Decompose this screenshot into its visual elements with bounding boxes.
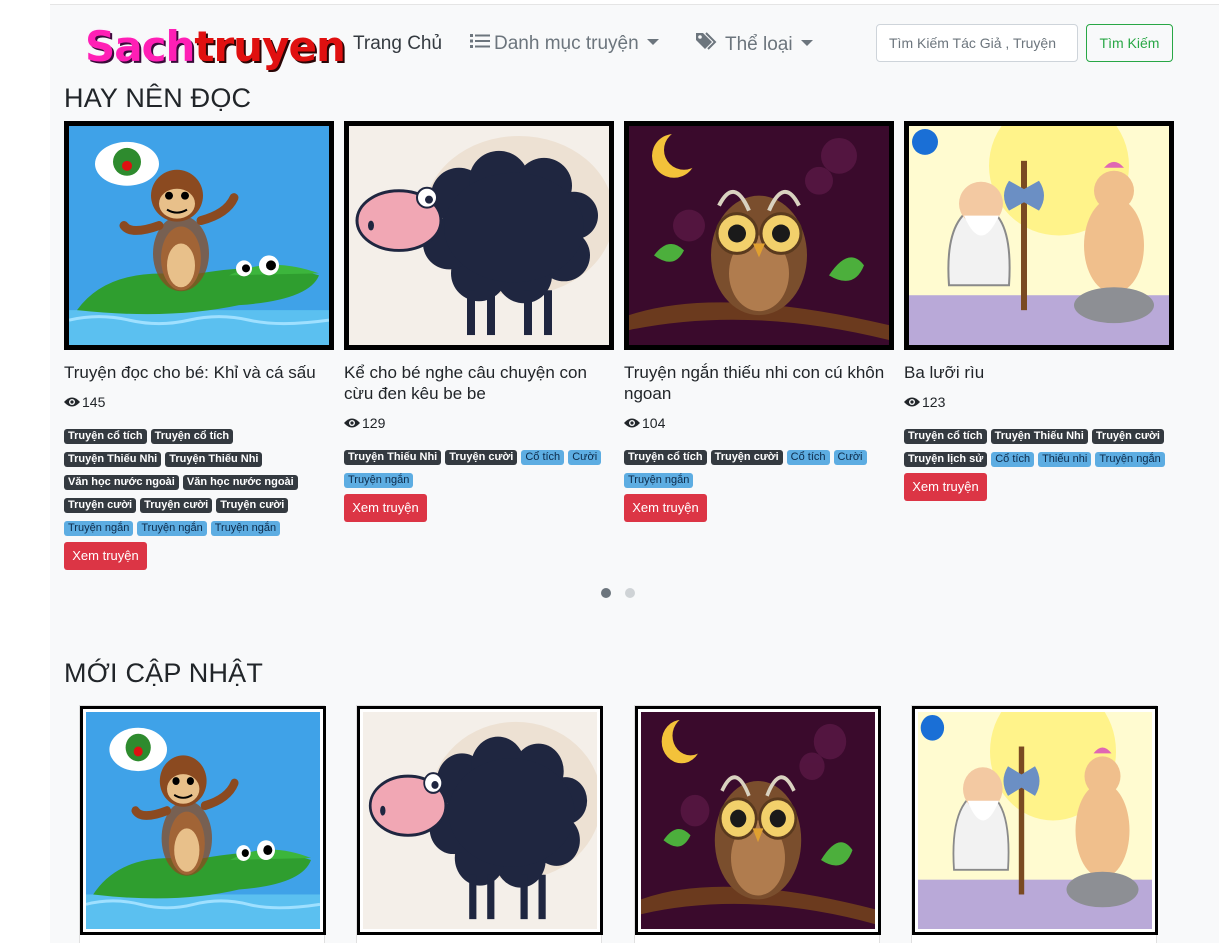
nav-categories-dropdown[interactable]: Danh mục truyện xyxy=(470,31,659,57)
view-count-value: 123 xyxy=(922,394,946,410)
genre-badge[interactable]: Truyện Thiếu Nhi xyxy=(165,452,263,467)
story-thumbnail[interactable] xyxy=(344,121,614,350)
eye-icon xyxy=(344,418,360,428)
genre-badge[interactable]: Truyện ngắn xyxy=(137,521,207,536)
story-title[interactable]: Ba lưỡi rìu xyxy=(904,362,1174,383)
eye-icon xyxy=(624,418,640,428)
view-count-value: 129 xyxy=(362,415,386,431)
genre-badge[interactable]: Truyện cười xyxy=(445,450,518,465)
story-thumbnail[interactable] xyxy=(624,121,894,350)
tag-list: Truyện Thiếu Nhi Truyện cười Cổ tích Cười Tr… xyxy=(344,450,614,496)
caret-down-icon xyxy=(800,40,813,47)
genre-badge[interactable]: Truyện Thiếu Nhi xyxy=(990,429,1088,444)
tag-list: Truyện cổ tích Truyện cổ tích Truyện Thiếu… xyxy=(64,429,334,544)
genre-badge[interactable]: Cổ tích xyxy=(991,452,1035,467)
search-input[interactable] xyxy=(876,24,1078,62)
view-count: 129 xyxy=(344,415,614,431)
genre-badge[interactable]: Truyện ngắn xyxy=(210,521,281,536)
story-card: Truyện ngắn thiếu nhi con cú khôn ngoan 1… xyxy=(624,121,894,522)
genre-badge[interactable]: Truyện ngắn xyxy=(64,521,134,536)
genre-badge[interactable]: Truyện cười xyxy=(216,498,289,513)
read-story-button[interactable]: Xem truyện xyxy=(904,473,987,501)
tag-list: Truyện cổ tích Truyện Thiếu Nhi Truyện cườ… xyxy=(904,429,1174,475)
page: Sachtruyen Trang Chủ Danh mục truyện Thể… xyxy=(50,4,1219,943)
genre-badge[interactable]: Truyện ngắn xyxy=(1095,452,1165,467)
genre-badge[interactable]: Truyện ngắn xyxy=(624,473,694,488)
genre-badge[interactable]: Truyện cổ tích xyxy=(624,450,707,465)
genre-badge[interactable]: Truyện cười xyxy=(710,450,783,465)
story-thumbnail[interactable] xyxy=(904,121,1174,350)
tags-icon xyxy=(695,31,721,59)
genre-badge[interactable]: Cổ tích xyxy=(521,450,565,465)
story-thumbnail[interactable] xyxy=(912,706,1158,935)
genre-badge[interactable]: Truyện cổ tích xyxy=(64,429,147,444)
caret-down-icon xyxy=(646,39,659,46)
eye-icon xyxy=(904,397,920,407)
read-story-button[interactable]: Xem truyện xyxy=(624,494,707,522)
story-card: Truyện đọc cho bé: Khỉ và cá sấu 145 Truyệ… xyxy=(64,121,334,570)
view-count-value: 145 xyxy=(82,394,106,410)
updated-story-card[interactable] xyxy=(356,705,603,943)
list-icon xyxy=(470,31,490,57)
genre-badge[interactable]: Truyện cười xyxy=(1091,429,1164,444)
genre-badge[interactable]: Truyện cười xyxy=(140,498,213,513)
story-card: Kể cho bé nghe câu chuyện con cừu đen kê… xyxy=(344,121,614,522)
nav-categories-label: Danh mục truyện xyxy=(494,33,639,55)
genre-badge[interactable]: Cổ tích xyxy=(786,450,830,465)
genre-badge[interactable]: Truyện cười xyxy=(64,498,137,513)
updated-story-card[interactable] xyxy=(79,705,326,943)
story-title[interactable]: Truyện ngắn thiếu nhi con cú khôn ngoan xyxy=(624,362,894,404)
genre-badge[interactable]: Truyện Thiếu Nhi xyxy=(64,452,162,467)
updated-story-card[interactable] xyxy=(911,705,1158,943)
nav-home-label: Trang Chủ xyxy=(353,33,443,54)
navbar: Sachtruyen Trang Chủ Danh mục truyện Thể… xyxy=(50,5,1219,79)
carousel-indicator-2[interactable] xyxy=(625,588,635,598)
genre-badge[interactable]: Văn học nước ngoài xyxy=(64,475,179,490)
view-count-value: 104 xyxy=(642,415,666,431)
story-thumbnail[interactable] xyxy=(80,706,326,935)
story-card: Ba lưỡi rìu 123 Truyện cổ tích Truyện Thiếu… xyxy=(904,121,1174,501)
genre-badge[interactable]: Cười xyxy=(833,450,867,465)
read-story-button[interactable]: Xem truyện xyxy=(344,494,427,522)
eye-icon xyxy=(64,397,80,407)
tag-list: Truyện cổ tích Truyện cười Cổ tích Cười Truy… xyxy=(624,450,894,496)
section-title-updated: MỚI CẬP NHẬT xyxy=(64,658,264,688)
view-count: 104 xyxy=(624,415,894,431)
read-story-button[interactable]: Xem truyện xyxy=(64,542,147,570)
section-title-recommended: HAY NÊN ĐỌC xyxy=(64,83,252,113)
genre-badge[interactable]: Cười xyxy=(568,450,602,465)
nav-home[interactable]: Trang Chủ xyxy=(353,31,442,57)
genre-badge[interactable]: Truyện lịch sử xyxy=(904,452,988,467)
nav-genres-dropdown[interactable]: Thể loại xyxy=(695,31,813,59)
brand-logo[interactable]: Sachtruyen xyxy=(85,19,346,75)
story-title[interactable]: Kể cho bé nghe câu chuyện con cừu đen kê… xyxy=(344,362,614,404)
updated-story-card[interactable] xyxy=(634,705,881,943)
view-count: 145 xyxy=(64,394,334,410)
story-thumbnail[interactable] xyxy=(357,706,603,935)
story-thumbnail[interactable] xyxy=(64,121,334,350)
story-thumbnail[interactable] xyxy=(635,706,881,935)
view-count: 123 xyxy=(904,394,1174,410)
genre-badge[interactable]: Thiếu nhi xyxy=(1038,452,1092,467)
genre-badge[interactable]: Truyện cổ tích xyxy=(904,429,987,444)
search-button[interactable]: Tìm Kiếm xyxy=(1086,24,1173,62)
genre-badge[interactable]: Văn học nước ngoài xyxy=(182,475,298,490)
brand-part2: truyen xyxy=(194,22,345,71)
nav-genres-label: Thể loại xyxy=(725,34,793,56)
genre-badge[interactable]: Truyện cổ tích xyxy=(150,429,234,444)
story-title[interactable]: Truyện đọc cho bé: Khỉ và cá sấu xyxy=(64,362,334,383)
brand-part1: Sach xyxy=(85,22,195,71)
carousel-indicator-1[interactable] xyxy=(601,588,611,598)
genre-badge[interactable]: Truyện Thiếu Nhi xyxy=(344,450,442,465)
genre-badge[interactable]: Truyện ngắn xyxy=(344,473,414,488)
